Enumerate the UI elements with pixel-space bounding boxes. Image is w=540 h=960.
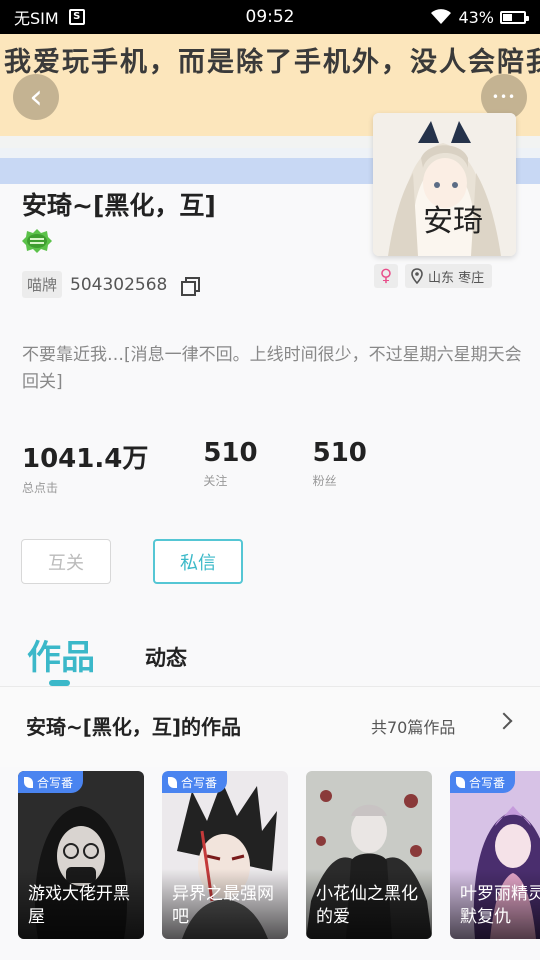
more-icon: ••• <box>491 90 517 104</box>
battery-icon <box>500 10 529 24</box>
work-title: 小花仙之黑化的爱 <box>316 884 418 927</box>
chevron-right-icon <box>495 712 513 730</box>
tab-feed[interactable]: 动态 <box>145 642 187 672</box>
work-title: 异界之最强网吧 <box>172 884 274 927</box>
avatar[interactable]: 安琦 <box>373 113 516 256</box>
copy-icon[interactable] <box>181 276 201 296</box>
tab-works[interactable]: 作品 <box>27 630 95 679</box>
username: 安琦~[黑化，互] <box>22 191 216 220</box>
wifi-icon <box>431 9 452 24</box>
chevron-left-icon: ‹ <box>29 77 43 117</box>
work-tag: 合写番 <box>162 771 228 793</box>
work-tag: 合写番 <box>450 771 516 793</box>
avatar-text: 安琦 <box>423 204 483 239</box>
location-pin-icon <box>411 268 423 284</box>
back-button[interactable]: ‹ <box>13 74 59 120</box>
pen-icon <box>168 776 177 788</box>
mutual-follow-button[interactable]: 互关 <box>21 539 111 584</box>
pen-icon <box>456 776 465 788</box>
avatar-image: 安琦 <box>373 113 516 256</box>
stat-fans[interactable]: 510 粉丝 <box>313 438 367 496</box>
works-header[interactable]: 安琦~[黑化，互]的作品 共70篇作品 <box>0 687 540 767</box>
battery-percent: 43% <box>458 7 494 27</box>
bio: 不要靠近我…[消息一律不回。上线时间很少，不过星期六星期天会回关] <box>22 345 522 392</box>
stat-value: 510 <box>312 438 367 468</box>
work-card[interactable]: 小花仙之黑化的爱 <box>306 771 432 939</box>
status-bar: 无SIM S 09:52 43% <box>0 0 540 34</box>
stat-label: 关注 <box>203 474 228 488</box>
location-badge: 山东 枣庄 <box>405 264 493 288</box>
id-row: 喵牌 504302568 <box>22 271 201 298</box>
work-card[interactable]: 合写番 异界之最强网吧 <box>162 771 288 939</box>
stats-row: 1041.4万 总点击 510 关注 510 粉丝 <box>22 438 422 496</box>
work-card[interactable]: 合写番 叶罗丽精灵王默复仇 <box>450 771 540 939</box>
content-tabs: 作品 动态 <box>0 626 540 686</box>
work-title: 叶罗丽精灵王默复仇 <box>460 884 540 927</box>
stat-label: 粉丝 <box>312 474 337 488</box>
gender-female-icon: ♀ <box>374 264 398 288</box>
stat-label: 总点击 <box>22 481 59 495</box>
banner-text: 我爱玩手机，而是除了手机外，没人会陪我 <box>4 47 540 78</box>
works-title: 安琦~[黑化，互]的作品 <box>26 715 242 739</box>
level-badge-icon <box>22 229 52 253</box>
work-title: 游戏大佬开黑屋 <box>28 884 130 927</box>
location-text: 山东 枣庄 <box>428 270 485 286</box>
pen-icon <box>24 776 33 788</box>
id-tag: 喵牌 <box>22 271 63 298</box>
user-id: 504302568 <box>70 274 168 295</box>
stat-value: 1041.4万 <box>22 444 149 474</box>
stat-following[interactable]: 510 关注 <box>203 438 257 496</box>
work-card[interactable]: 合写番 游戏大佬开黑屋 <box>18 771 144 939</box>
stat-value: 510 <box>203 438 258 468</box>
works-count: 共70篇作品 <box>371 718 456 737</box>
stat-total-clicks: 1041.4万 总点击 <box>22 438 148 496</box>
message-button[interactable]: 私信 <box>153 539 243 584</box>
works-carousel: 合写番 游戏大佬开黑屋 合写番 异界之最强网吧 小花仙之黑化的爱 合写番 叶罗丽… <box>18 771 540 939</box>
work-tag: 合写番 <box>18 771 84 793</box>
